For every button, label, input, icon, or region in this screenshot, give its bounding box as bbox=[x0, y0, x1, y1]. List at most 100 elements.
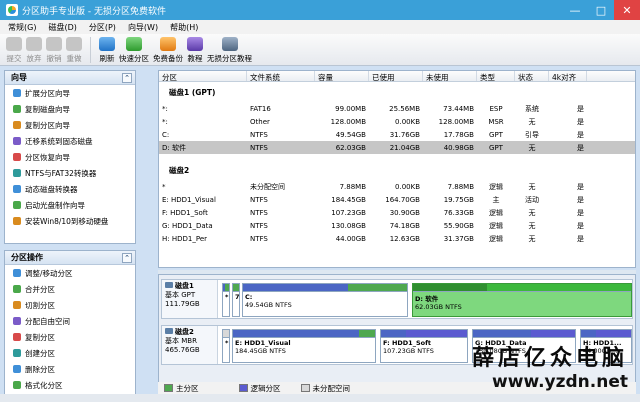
menu-wizard[interactable]: 向导(W) bbox=[128, 22, 158, 33]
collapse-icon[interactable]: ⌃ bbox=[122, 73, 132, 83]
disk-group-header[interactable]: 磁盘1 (GPT) bbox=[159, 82, 635, 102]
partition-usage-fill bbox=[233, 330, 360, 337]
close-button[interactable]: ✕ bbox=[614, 0, 640, 20]
wizard-item[interactable]: 动态磁盘转换器 bbox=[5, 181, 135, 197]
column-header[interactable]: 文件系统 bbox=[247, 71, 315, 81]
table-row[interactable]: *: FAT16 99.00MB 25.56MB 73.44MB ESP 系统 是 bbox=[159, 102, 635, 115]
quick-partition-icon bbox=[126, 37, 142, 51]
lossless-tutorial-button[interactable]: 无损分区教程 bbox=[207, 34, 252, 64]
quick-partition-button[interactable]: 快速分区 bbox=[119, 34, 149, 64]
partition-op-item[interactable]: 格式化分区 bbox=[5, 377, 135, 393]
partition-op-item[interactable]: 复制分区 bbox=[5, 329, 135, 345]
column-header[interactable]: 状态 bbox=[515, 71, 549, 81]
column-header[interactable]: 容量 bbox=[315, 71, 369, 81]
partition-block[interactable]: C: 49.54GB NTFS bbox=[242, 283, 408, 317]
wizard-item-label: 扩展分区向导 bbox=[25, 88, 70, 98]
partition-ops-panel: 分区操作 ⌃ 调整/移动分区 合并分区 切割分区 分配自由空间 复制分区 创建分区 删除分区格… bbox=[4, 250, 136, 402]
redo-button[interactable]: 重做 bbox=[66, 34, 82, 64]
partition-usage-bar bbox=[243, 284, 407, 292]
table-cell: 40.98GB bbox=[443, 143, 474, 152]
table-row[interactable]: G: HDD1_Data NTFS 130.08GB 74.18GB 55.90GB 逻辑… bbox=[159, 219, 635, 232]
table-cell: GPT bbox=[489, 130, 503, 139]
table-row[interactable]: *: Other 128.00MB 0.00KB 128.00MB MSR 无 是 bbox=[159, 115, 635, 128]
disk-group-header[interactable]: 磁盘2 bbox=[159, 160, 635, 180]
table-row[interactable]: C: NTFS 49.54GB 31.76GB 17.78GB GPT 引导 是 bbox=[159, 128, 635, 141]
wizard-item[interactable]: 复制分区向导 bbox=[5, 117, 135, 133]
wizard-item[interactable]: 扩展分区向导 bbox=[5, 85, 135, 101]
hard-disk-icon bbox=[165, 328, 173, 334]
wizard-item-icon bbox=[13, 105, 21, 113]
partition-op-item[interactable]: 切割分区 bbox=[5, 297, 135, 313]
wizard-item-icon bbox=[13, 153, 21, 161]
disk-row[interactable]: 磁盘1 基本 GPT 111.79GB * 7 C: 49.54GB NTFS D: 软件 62… bbox=[161, 279, 633, 319]
wizard-item[interactable]: 安装Win8/10到移动硬盘 bbox=[5, 213, 135, 229]
table-cell: 是 bbox=[577, 104, 584, 113]
wizard-item[interactable]: 复制磁盘向导 bbox=[5, 101, 135, 117]
wizard-item-icon bbox=[13, 217, 21, 225]
partition-block[interactable]: D: 软件 62.03GB NTFS bbox=[412, 283, 632, 317]
partition-op-item[interactable]: 分配自由空间 bbox=[5, 313, 135, 329]
table-row[interactable]: F: HDD1_Soft NTFS 107.23GB 30.90GB 76.33GB 逻辑… bbox=[159, 206, 635, 219]
wizard-item[interactable]: 启动光盘制作向导 bbox=[5, 197, 135, 213]
wizard-item[interactable]: NTFS与FAT32转换器 bbox=[5, 165, 135, 181]
wizard-item[interactable]: 分区恢复向导 bbox=[5, 149, 135, 165]
left-pane: 向导 ⌃ 扩展分区向导复制磁盘向导 复制分区向导 迁移系统到固态磁盘 分区恢复向导 NTF… bbox=[4, 70, 136, 402]
column-header[interactable]: 已使用 bbox=[369, 71, 423, 81]
free-backup-button[interactable]: 免费备份 bbox=[153, 34, 183, 64]
partition-usage-fill bbox=[223, 284, 225, 291]
table-row[interactable]: H: HDD1_Per NTFS 44.00GB 12.63GB 31.37GB 逻辑 无 是 bbox=[159, 232, 635, 245]
partition-ops-header[interactable]: 分区操作 ⌃ bbox=[5, 251, 135, 265]
partition-name: E: HDD1_Visual bbox=[235, 339, 291, 347]
partition-op-item-icon bbox=[13, 333, 21, 341]
menu-partition[interactable]: 分区(P) bbox=[89, 22, 116, 33]
table-cell: 无 bbox=[528, 182, 536, 191]
partition-op-item[interactable]: 创建分区 bbox=[5, 345, 135, 361]
table-row[interactable]: D: 软件 NTFS 62.03GB 21.04GB 40.98GB GPT 无 是 bbox=[159, 141, 635, 154]
wizard-item-icon bbox=[13, 185, 21, 193]
table-row[interactable]: E: HDD1_Visual NTFS 184.45GB 164.70GB 19.75G… bbox=[159, 193, 635, 206]
collapse-icon[interactable]: ⌃ bbox=[122, 253, 132, 263]
table-cell: 184.45GB bbox=[331, 195, 366, 204]
disk-info[interactable]: 磁盘1 基本 GPT 111.79GB bbox=[162, 280, 218, 318]
undo-button[interactable]: 撤销 bbox=[46, 34, 62, 64]
wizard-item-label: NTFS与FAT32转换器 bbox=[25, 168, 97, 178]
partition-block[interactable]: 7 bbox=[232, 283, 240, 317]
maximize-button[interactable]: □ bbox=[588, 0, 614, 20]
wizard-item[interactable]: 迁移系统到固态磁盘 bbox=[5, 133, 135, 149]
table-cell: 无 bbox=[528, 117, 536, 126]
menu-help[interactable]: 帮助(H) bbox=[170, 22, 198, 33]
table-cell: C: bbox=[162, 130, 170, 139]
table-cell: *: bbox=[162, 104, 168, 113]
discard-button[interactable]: 放弃 bbox=[26, 34, 42, 64]
table-cell: 19.75GB bbox=[443, 195, 474, 204]
partition-op-item[interactable]: 合并分区 bbox=[5, 281, 135, 297]
disk-info[interactable]: 磁盘2 基本 MBR 465.76GB bbox=[162, 326, 218, 364]
partition-op-item[interactable]: 删除分区 bbox=[5, 361, 135, 377]
table-cell: 0.00KB bbox=[395, 182, 420, 191]
column-header[interactable]: 类型 bbox=[477, 71, 515, 81]
partition-block[interactable]: * bbox=[222, 283, 230, 317]
partition-usage-bar bbox=[581, 330, 631, 338]
tutorial-button[interactable]: 教程 bbox=[187, 34, 203, 64]
column-header[interactable]: 4k对齐 bbox=[549, 71, 587, 81]
table-row[interactable]: * 未分配空间 7.88MB 0.00KB 7.88MB 逻辑 无 是 bbox=[159, 180, 635, 193]
legend-primary: 主分区 bbox=[176, 383, 199, 393]
submit-button[interactable]: 提交 bbox=[6, 34, 22, 64]
column-header[interactable]: 分区 bbox=[159, 71, 247, 81]
partition-usage-bar bbox=[223, 330, 229, 338]
partition-block[interactable]: * bbox=[222, 329, 230, 363]
refresh-button[interactable]: 刷新 bbox=[99, 34, 115, 64]
legend-unallocated: 未分配空间 bbox=[312, 383, 351, 393]
table-cell: NTFS bbox=[250, 195, 268, 204]
table-cell: 逻辑 bbox=[489, 208, 503, 217]
legend-logical: 逻辑分区 bbox=[250, 383, 281, 393]
partition-op-item-icon bbox=[13, 381, 21, 389]
partition-block[interactable]: E: HDD1_Visual 184.45GB NTFS bbox=[232, 329, 376, 363]
menu-disk[interactable]: 磁盘(D) bbox=[48, 22, 76, 33]
column-header[interactable]: 未使用 bbox=[423, 71, 477, 81]
menu-general[interactable]: 常规(G) bbox=[8, 22, 36, 33]
wizard-panel-header[interactable]: 向导 ⌃ bbox=[5, 71, 135, 85]
minimize-button[interactable]: — bbox=[562, 0, 588, 20]
partition-name: * bbox=[225, 339, 229, 347]
partition-op-item[interactable]: 调整/移动分区 bbox=[5, 265, 135, 281]
